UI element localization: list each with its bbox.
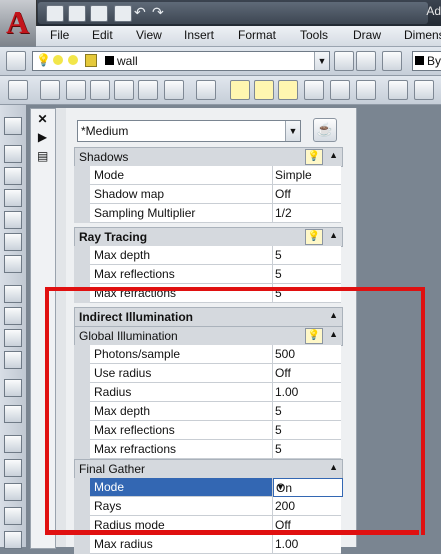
union-icon[interactable] <box>4 435 22 453</box>
new-file-icon[interactable] <box>46 5 64 22</box>
render-icon[interactable] <box>40 80 60 100</box>
menu-edit[interactable]: Edit <box>92 28 113 42</box>
box-icon[interactable] <box>4 145 22 163</box>
viewport-sun-icon <box>68 55 78 65</box>
redo-icon[interactable]: ↷ <box>152 5 168 20</box>
menu-format[interactable]: Format <box>238 28 276 42</box>
3d-rotate-icon[interactable] <box>4 405 22 423</box>
materials-icon[interactable] <box>164 80 184 100</box>
linear-dimension-icon[interactable] <box>388 80 408 100</box>
highlight-annotation-line <box>47 530 419 535</box>
sphere-icon[interactable] <box>4 211 22 229</box>
open-file-icon[interactable] <box>68 5 86 22</box>
layer-manager-icon[interactable] <box>6 51 26 71</box>
render-environment-icon[interactable] <box>196 80 216 100</box>
new-weblight-icon[interactable] <box>278 80 298 100</box>
layer-state-icon[interactable] <box>382 51 402 71</box>
new-point-light-icon[interactable] <box>230 80 250 100</box>
teapot-icon: ☕ <box>316 122 334 137</box>
intersect-icon[interactable] <box>4 483 22 501</box>
hide-icon[interactable] <box>8 80 28 100</box>
prop-row[interactable]: Max radius 1.00 <box>74 535 341 554</box>
layer-color-swatch <box>105 56 114 65</box>
menu-view[interactable]: View <box>136 28 162 42</box>
geographic-location-icon[interactable] <box>330 80 350 100</box>
menu-bar: File Edit View Insert Format Tools Draw … <box>36 26 441 47</box>
prop-row[interactable]: Mode Simple <box>74 166 341 185</box>
wedge-icon[interactable] <box>4 167 22 185</box>
extrude-icon[interactable] <box>4 285 22 303</box>
properties-menu-icon[interactable]: ▤ <box>37 150 48 162</box>
menu-dimension[interactable]: Dimens <box>404 28 441 42</box>
shadows-toggle-icon[interactable]: 💡 <box>305 149 323 165</box>
prop-row[interactable]: Shadow map Off <box>74 185 341 204</box>
modeling-toolbar <box>0 105 27 549</box>
slice-icon[interactable] <box>4 507 22 525</box>
light-settings-icon[interactable] <box>356 80 376 100</box>
presspull-icon[interactable] <box>4 307 22 325</box>
cylinder-icon[interactable] <box>4 233 22 251</box>
aligned-dimension-icon[interactable] <box>414 80 434 100</box>
subtract-icon[interactable] <box>4 459 22 477</box>
collapse-icon[interactable]: ▲ <box>329 230 338 240</box>
prop-row[interactable]: Sampling Multiplier 1/2 <box>74 204 341 223</box>
new-spotlight-icon[interactable] <box>254 80 274 100</box>
layer-name: wall <box>117 54 138 68</box>
layers-toolbar: 💡 wall ▼ By <box>0 47 441 76</box>
section-shadows[interactable]: Shadows 💡 ▲ <box>74 147 343 167</box>
distant-light-icon[interactable] <box>114 80 134 100</box>
section-label: Ray Tracing <box>79 230 148 244</box>
color-combo[interactable]: By <box>412 51 441 71</box>
render-preset-dropdown-arrow[interactable]: ▼ <box>285 121 300 141</box>
spot-light-icon[interactable] <box>90 80 110 100</box>
undo-icon[interactable]: ↶ <box>134 5 150 20</box>
layer-previous-icon[interactable] <box>356 51 376 71</box>
polysolid-icon[interactable] <box>4 117 22 135</box>
autocad-logo-icon: A <box>6 4 30 40</box>
ray-tracing-toggle-icon[interactable]: 💡 <box>305 229 323 245</box>
render-toolbar <box>0 76 441 105</box>
window-title: Ad <box>426 4 441 18</box>
section-ray-tracing[interactable]: Ray Tracing 💡 ▲ <box>74 227 343 247</box>
lightbulb-icon: 💡 <box>36 53 51 67</box>
quick-access-toolbar: ↶ ↷ <box>38 2 428 24</box>
color-swatch <box>415 56 424 65</box>
menu-insert[interactable]: Insert <box>184 28 214 42</box>
unlock-icon <box>85 54 97 67</box>
close-icon[interactable]: ✕ <box>37 113 48 125</box>
menu-draw[interactable]: Draw <box>353 28 381 42</box>
print-icon[interactable] <box>114 5 132 22</box>
light-list-icon[interactable] <box>138 80 158 100</box>
sweep-icon[interactable] <box>4 329 22 347</box>
section-icon[interactable] <box>4 531 22 549</box>
point-light-icon[interactable] <box>66 80 86 100</box>
section-label: Shadows <box>79 150 129 164</box>
render-preset-combo[interactable]: *Medium ▼ <box>77 120 301 142</box>
highlight-annotation-box <box>45 287 425 535</box>
collapse-icon[interactable]: ▲ <box>329 150 338 160</box>
prop-row[interactable]: Max depth 5 <box>74 246 341 265</box>
save-icon[interactable] <box>90 5 108 22</box>
cone-icon[interactable] <box>4 189 22 207</box>
application-menu-button[interactable]: A <box>0 0 37 46</box>
prop-row[interactable]: Max reflections 5 <box>74 265 341 284</box>
render-preset-value: *Medium <box>81 124 129 138</box>
make-current-layer-icon[interactable] <box>334 51 354 71</box>
menu-file[interactable]: File <box>50 28 69 42</box>
revolve-icon[interactable] <box>4 351 22 369</box>
menu-tools[interactable]: Tools <box>300 28 328 42</box>
3d-move-icon[interactable] <box>4 379 22 397</box>
torus-icon[interactable] <box>4 255 22 273</box>
sun-properties-icon[interactable] <box>304 80 324 100</box>
layer-dropdown-arrow[interactable]: ▼ <box>314 52 329 70</box>
render-teapot-button[interactable]: ☕ <box>313 118 337 142</box>
auto-hide-icon[interactable]: ▶ <box>37 131 48 143</box>
color-combo-value: By <box>427 54 441 68</box>
layer-combo[interactable]: 💡 wall ▼ <box>32 51 330 71</box>
freeze-sun-icon <box>53 55 63 65</box>
